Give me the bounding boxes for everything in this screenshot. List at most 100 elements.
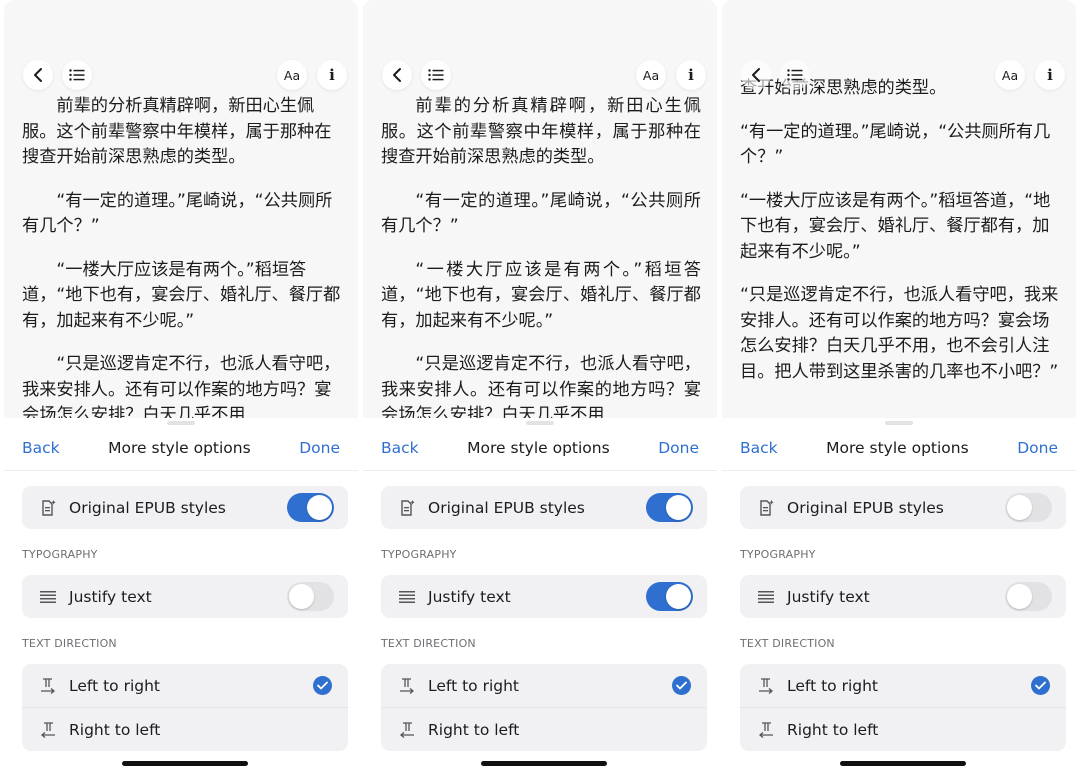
justify-lines-icon [754,590,778,603]
reader-view[interactable]: 前辈的分析真精辟啊，新田心生佩服。这个前辈警察中年模样，属于那种在搜查开始前深思… [363,0,717,418]
font-settings-button[interactable]: Aa [277,60,307,90]
font-settings-button[interactable]: Aa [995,60,1025,90]
left-to-right-label: Left to right [428,676,519,695]
home-indicator[interactable] [122,761,248,766]
original-epub-toggle[interactable] [646,493,693,522]
text-rtl-icon [36,721,60,738]
style-options-sheet: Back More style options Done Original EP… [363,418,717,777]
sheet-title: More style options [826,439,969,457]
text-direction-section-label: TEXT DIRECTION [381,637,476,650]
paragraph: “有一定的道理。”尾崎说，“公共厕所有几个？” [740,121,1051,168]
left-to-right-row[interactable]: Left to right [22,664,348,707]
text-direction-group: Left to right Right to left [22,664,348,751]
contents-button[interactable] [62,60,92,90]
list-icon [428,69,444,81]
info-button[interactable]: i [676,60,706,90]
chevron-left-icon [34,68,42,82]
reader-view[interactable]: 前辈的分析真精辟啊，新田心生佩服。这个前辈警察中年模样，属于那种在搜查开始前深思… [4,0,358,418]
justify-text-label: Justify text [69,587,152,606]
done-button[interactable]: Done [281,439,358,457]
document-sparkle-icon [36,499,60,517]
original-epub-row[interactable]: Original EPUB styles [740,486,1066,529]
info-button[interactable]: i [317,60,347,90]
epub-styles-group: Original EPUB styles [740,486,1066,529]
sheet-title: More style options [108,439,251,457]
reader-text: 查开始前深思熟虑的类型。 “有一定的道理。”尾崎说，“公共厕所有几个？” “一楼… [740,76,1060,403]
typography-group: Justify text [381,575,707,618]
right-to-left-row[interactable]: Right to left [381,707,707,751]
epub-styles-group: Original EPUB styles [22,486,348,529]
justify-text-row[interactable]: Justify text [381,575,707,618]
font-settings-button[interactable]: Aa [636,60,666,90]
chevron-left-icon [393,68,401,82]
paragraph: “一楼大厅应该是有两个。”稻垣答道，“地下也有，宴会厅、婚礼厅、餐厅都有，加起来… [381,259,701,331]
reader-text: 前辈的分析真精辟啊，新田心生佩服。这个前辈警察中年模样，属于那种在搜查开始前深思… [22,94,342,418]
original-epub-toggle[interactable] [287,493,334,522]
back-button[interactable] [23,60,53,90]
sheet-back-button[interactable]: Back [363,439,437,457]
paragraph: 前辈的分析真精辟啊，新田心生佩服。这个前辈警察中年模样，属于那种在搜查开始前深思… [22,96,332,167]
original-epub-label: Original EPUB styles [69,498,226,517]
justify-text-row[interactable]: Justify text [22,575,348,618]
paragraph: 前辈的分析真精辟啊，新田心生佩服。这个前辈警察中年模样，属于那种在搜查开始前深思… [381,96,701,167]
text-ltr-icon [395,677,419,694]
contents-button[interactable] [780,60,810,90]
left-to-right-row[interactable]: Left to right [381,664,707,707]
style-options-sheet: Back More style options Done Original EP… [4,418,358,777]
original-epub-label: Original EPUB styles [787,498,944,517]
original-epub-row[interactable]: Original EPUB styles [381,486,707,529]
toggle-knob [666,584,691,609]
contents-button[interactable] [421,60,451,90]
style-options-sheet: Back More style options Done Original EP… [722,418,1076,777]
text-direction-group: Left to right Right to left [740,664,1066,751]
justify-lines-icon [395,590,419,603]
sheet-grabber[interactable] [885,421,913,425]
right-to-left-row[interactable]: Right to left [22,707,348,751]
justify-text-toggle[interactable] [646,582,693,611]
checkmark-icon [1031,676,1050,695]
sheet-back-button[interactable]: Back [722,439,796,457]
justify-text-toggle[interactable] [1005,582,1052,611]
screen-1: 前辈的分析真精辟啊，新田心生佩服。这个前辈警察中年模样，属于那种在搜查开始前深思… [4,0,358,777]
info-button[interactable]: i [1035,60,1065,90]
paragraph: “一楼大厅应该是有两个。”稻垣答道，“地下也有，宴会厅、婚礼厅、餐厅都有，加起来… [740,190,1051,262]
reader-top-bar [4,0,358,62]
back-button[interactable] [382,60,412,90]
right-to-left-row[interactable]: Right to left [740,707,1066,751]
right-to-left-label: Right to left [787,720,879,739]
typography-section-label: TYPOGRAPHY [740,548,816,561]
list-icon [69,69,85,81]
sheet-title: More style options [467,439,610,457]
done-button[interactable]: Done [999,439,1076,457]
text-rtl-icon [395,721,419,738]
epub-styles-group: Original EPUB styles [381,486,707,529]
justify-text-toggle[interactable] [287,582,334,611]
sheet-back-button[interactable]: Back [4,439,78,457]
text-rtl-icon [754,721,778,738]
reader-text: 前辈的分析真精辟啊，新田心生佩服。这个前辈警察中年模样，属于那种在搜查开始前深思… [381,94,701,418]
text-direction-section-label: TEXT DIRECTION [740,637,835,650]
paragraph: “只是巡逻肯定不行，也派人看守吧，我来安排人。还有可以作案的地方吗？宴会场怎么安… [740,285,1059,382]
checkmark-icon [313,676,332,695]
left-to-right-row[interactable]: Left to right [740,664,1066,707]
toggle-knob [1007,495,1032,520]
reader-view[interactable]: 查开始前深思熟虑的类型。 “有一定的道理。”尾崎说，“公共厕所有几个？” “一楼… [722,0,1076,418]
original-epub-toggle[interactable] [1005,493,1052,522]
home-indicator[interactable] [840,761,966,766]
left-to-right-label: Left to right [787,676,878,695]
divider [722,470,1076,471]
toggle-knob [666,495,691,520]
original-epub-row[interactable]: Original EPUB styles [22,486,348,529]
typography-group: Justify text [22,575,348,618]
home-indicator[interactable] [481,761,607,766]
justify-text-row[interactable]: Justify text [740,575,1066,618]
back-button[interactable] [741,60,771,90]
sheet-grabber[interactable] [526,421,554,425]
typography-section-label: TYPOGRAPHY [22,548,98,561]
done-button[interactable]: Done [640,439,717,457]
divider [4,470,358,471]
text-ltr-icon [36,677,60,694]
paragraph: “有一定的道理。”尾崎说，“公共厕所有几个？” [22,190,333,237]
sheet-grabber[interactable] [167,421,195,425]
sheet-header: Back More style options Done [4,428,358,468]
